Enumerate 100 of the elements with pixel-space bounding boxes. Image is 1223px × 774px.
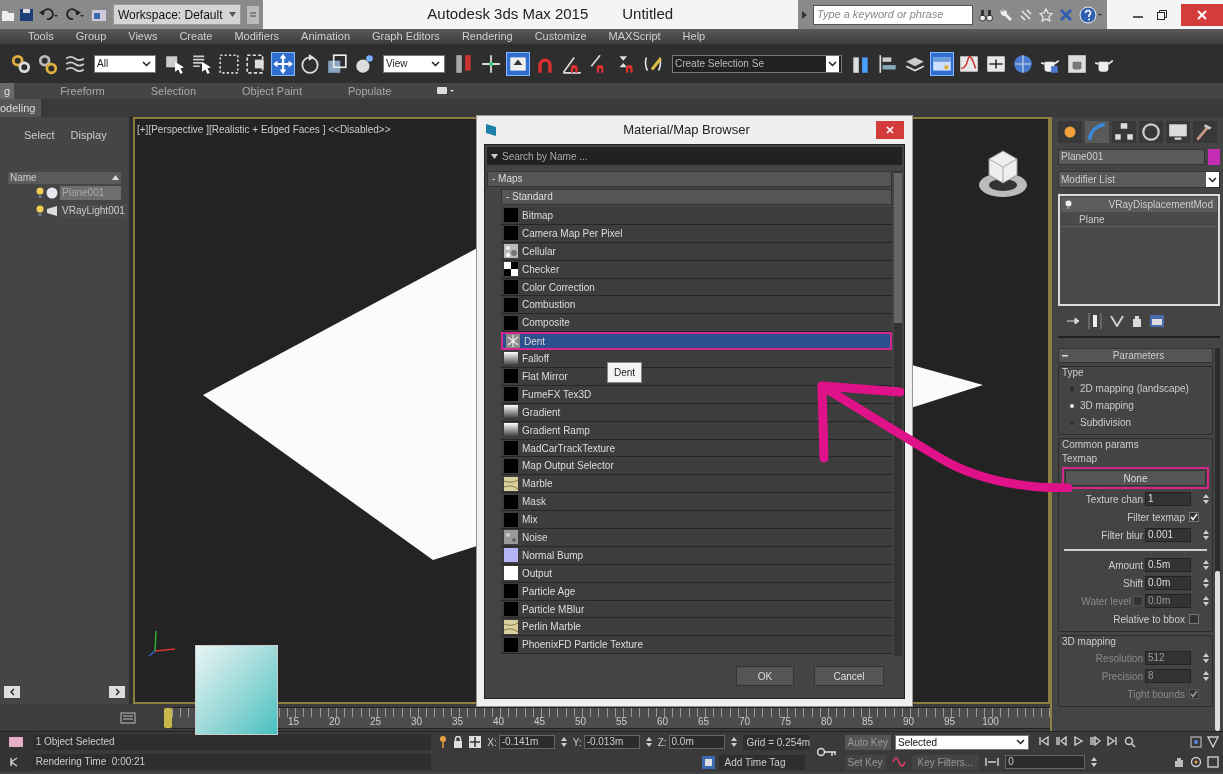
pin-stack-icon[interactable] [1066,315,1080,327]
radio-button[interactable] [1068,401,1076,410]
object-name-field[interactable]: Plane001 [1058,149,1205,165]
menu-item[interactable]: Graph Editors [372,31,440,42]
spinner-arrows-icon[interactable] [645,736,652,748]
map-list-item[interactable]: Mix [501,511,892,530]
texmap-button[interactable]: None [1065,470,1206,486]
key-mode-toggle-icon[interactable] [985,757,1000,767]
add-time-tag-button[interactable]: Add Time Tag [718,754,805,770]
chain-icon[interactable] [37,52,59,75]
camera-dropdown-icon[interactable] [437,87,456,95]
toolbar-dropdown[interactable]: All [94,54,156,73]
align-icon[interactable] [877,52,899,75]
time-config-icon[interactable] [120,710,136,725]
number-field[interactable]: 0.5m [1145,558,1191,572]
link-icon[interactable] [10,52,32,75]
map-list-item[interactable]: Perlin Marble [501,618,892,637]
listener-swatch-icon[interactable] [9,737,24,747]
project-folder-icon[interactable] [91,7,107,22]
scrollbar[interactable] [1215,348,1220,731]
redo-icon[interactable] [65,7,85,22]
hammer-icon[interactable] [1193,121,1217,143]
ribbon-icon[interactable] [931,52,953,75]
map-list-item[interactable]: Dent [501,332,892,351]
undo-icon[interactable] [39,7,59,22]
map-list-item[interactable]: Bitmap [501,207,892,225]
spinner-arrows-icon[interactable] [1203,493,1209,505]
object-color-swatch[interactable] [1208,149,1220,165]
lock-pin-icon[interactable] [439,736,448,748]
wrench-icon[interactable] [999,7,1013,22]
rotate-icon[interactable] [299,52,321,75]
sphere-icon[interactable] [353,52,375,75]
go-to-start-icon[interactable] [1039,736,1051,746]
menu-item[interactable]: Animation [301,31,350,42]
crosshair-icon[interactable] [480,52,502,75]
group-header[interactable]: - Maps [487,171,892,187]
number-field[interactable]: 0.001 [1145,528,1191,542]
dialog-close-button[interactable] [876,121,904,139]
current-frame-field[interactable]: 0 [1005,755,1086,769]
restore-icon[interactable] [1157,9,1167,20]
hierarchy-icon[interactable] [1112,121,1136,143]
time-tag-icon[interactable] [701,755,715,769]
set-key-button[interactable]: Set Key [844,754,886,770]
monitor-icon[interactable] [1166,121,1190,143]
coordinate-field[interactable]: -0.013m [583,735,640,749]
map-list-item[interactable]: Falloff [501,350,892,368]
map-list-item[interactable]: Composite [501,314,892,333]
teapot-window-icon[interactable] [1066,52,1088,75]
binoculars-icon[interactable] [979,7,993,22]
explorer-tab[interactable]: Select [24,127,55,144]
key-curve-icon[interactable] [891,756,906,768]
radio-button[interactable] [1068,418,1076,427]
menu-item[interactable]: Tools [28,31,54,42]
help-icon[interactable] [1079,5,1103,24]
menu-item[interactable]: MAXScript [608,31,661,42]
map-list-item[interactable]: Marble [501,475,892,494]
lock-icon[interactable] [453,736,464,748]
transform-mode-icon[interactable] [469,736,482,748]
collapse-icon[interactable] [1062,354,1068,357]
play-icon[interactable] [1073,736,1085,746]
spinner-arrows-icon[interactable] [730,736,737,748]
manipulate-icon[interactable] [507,52,529,75]
spinner-arrows-icon[interactable] [1203,529,1209,541]
spinner-arrows-icon[interactable] [560,736,567,748]
show-end-result-icon[interactable] [1088,313,1102,329]
scene-object[interactable]: VRayLight001 [60,203,127,218]
map-list-item[interactable]: Noise [501,529,892,547]
expand-arrow-icon[interactable] [802,10,807,19]
modifier-stack-item[interactable]: Plane [1061,212,1217,227]
next-frame-icon[interactable] [1090,736,1102,746]
ribbon-tab[interactable]: Freeform [60,83,105,99]
scale-icon[interactable] [326,52,348,75]
map-list-item[interactable]: Map Output Selector [501,457,892,476]
spinner-arrows-icon[interactable] [1203,577,1209,589]
spinner-arrows-icon[interactable] [1203,559,1209,571]
toolbar-dropdown[interactable]: View [383,54,445,73]
scroll-left-button[interactable] [4,686,20,698]
modifier-stack-item[interactable]: VRayDisplacementMod [1061,197,1217,212]
map-list-item[interactable]: PhoenixFD Particle Texture [501,636,892,655]
menu-item[interactable]: Views [128,31,158,42]
move-icon[interactable] [272,52,294,75]
menu-item[interactable]: Create [179,31,213,42]
search-field[interactable]: Type a keyword or phrase [813,4,973,25]
key-icon[interactable] [816,747,837,757]
explorer-tab[interactable]: Display [70,127,107,144]
dialog-button[interactable]: Cancel [814,666,884,686]
ribbon-tab[interactable]: Selection [150,83,196,99]
group-header[interactable]: - Standard [501,189,892,205]
material-sphere-icon[interactable] [1012,52,1034,75]
list-cursor-icon[interactable] [191,52,213,75]
window-crossing-icon[interactable] [245,52,267,75]
maximize-viewport-icon[interactable] [1207,756,1219,768]
star-icon[interactable] [1039,7,1053,22]
menu-item[interactable]: Customize [534,31,587,42]
radio-button[interactable] [1068,384,1076,393]
time-slider-handle-icon[interactable] [164,707,172,728]
dashed-rectangle-icon[interactable] [218,52,240,75]
number-field[interactable]: 0.0m [1145,576,1191,590]
map-list-item[interactable]: Mask [501,493,892,512]
ribbon-tab[interactable]: g [0,83,15,99]
